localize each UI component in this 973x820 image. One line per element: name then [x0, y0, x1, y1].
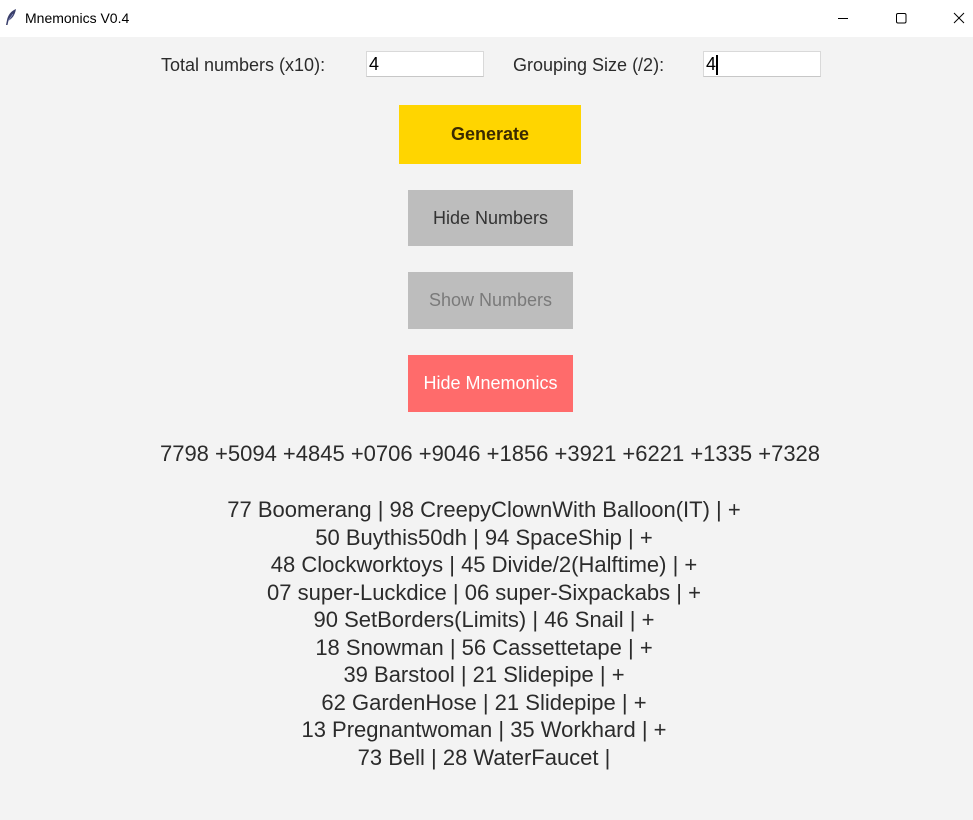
mnemonic-line: 77 Boomerang | 98 CreepyClownWith Balloo… — [227, 497, 741, 522]
mnemonics-list: 77 Boomerang | 98 CreepyClownWith Balloo… — [0, 496, 968, 771]
grouping-size-input[interactable] — [703, 51, 821, 77]
mnemonic-line: 90 SetBorders(Limits) | 46 Snail | + — [313, 607, 655, 632]
numbers-line: 7798 +5094 +4845 +0706 +9046 +1856 +3921… — [159, 441, 821, 466]
mnemonic-line: 39 Barstool | 21 Slidepipe | + — [343, 662, 625, 687]
maximize-button[interactable] — [878, 0, 924, 36]
mnemonic-line: 13 Pregnantwoman | 35 Workhard | + — [301, 717, 667, 742]
feather-icon — [4, 8, 18, 26]
grouping-size-label: Grouping Size (/2): — [513, 55, 665, 75]
total-numbers-input[interactable] — [366, 51, 484, 77]
total-numbers-label: Total numbers (x10): — [161, 55, 326, 75]
mnemonic-line: 07 super-Luckdice | 06 super-Sixpackabs … — [267, 579, 701, 605]
minimize-button[interactable] — [820, 0, 866, 36]
mnemonic-line: 48 Clockworktoys | 45 Divide/2(Halftime)… — [270, 552, 698, 577]
show-numbers-button[interactable]: Show Numbers — [408, 272, 573, 329]
maximize-icon — [896, 13, 907, 24]
mnemonic-line: 73 Bell | 28 WaterFaucet | — [357, 744, 611, 770]
app-window: Mnemonics V0.4 Total numbers (x10): Grou… — [0, 0, 973, 820]
hide-mnemonics-button[interactable]: Hide Mnemonics — [408, 355, 573, 412]
window-title: Mnemonics V0.4 — [25, 10, 130, 26]
close-button[interactable] — [936, 0, 973, 36]
generate-button[interactable]: Generate — [399, 105, 581, 164]
close-icon — [953, 12, 965, 24]
mnemonic-line: 62 GardenHose | 21 Slidepipe | + — [321, 689, 647, 715]
title-bar: Mnemonics V0.4 — [0, 0, 973, 37]
mnemonic-line: 50 Buythis50dh | 94 SpaceShip | + — [315, 524, 653, 550]
minimize-icon — [838, 18, 848, 19]
text-cursor — [716, 55, 718, 75]
hide-numbers-button[interactable]: Hide Numbers — [408, 190, 573, 246]
mnemonic-line: 18 Snowman | 56 Cassettetape | + — [315, 634, 653, 660]
